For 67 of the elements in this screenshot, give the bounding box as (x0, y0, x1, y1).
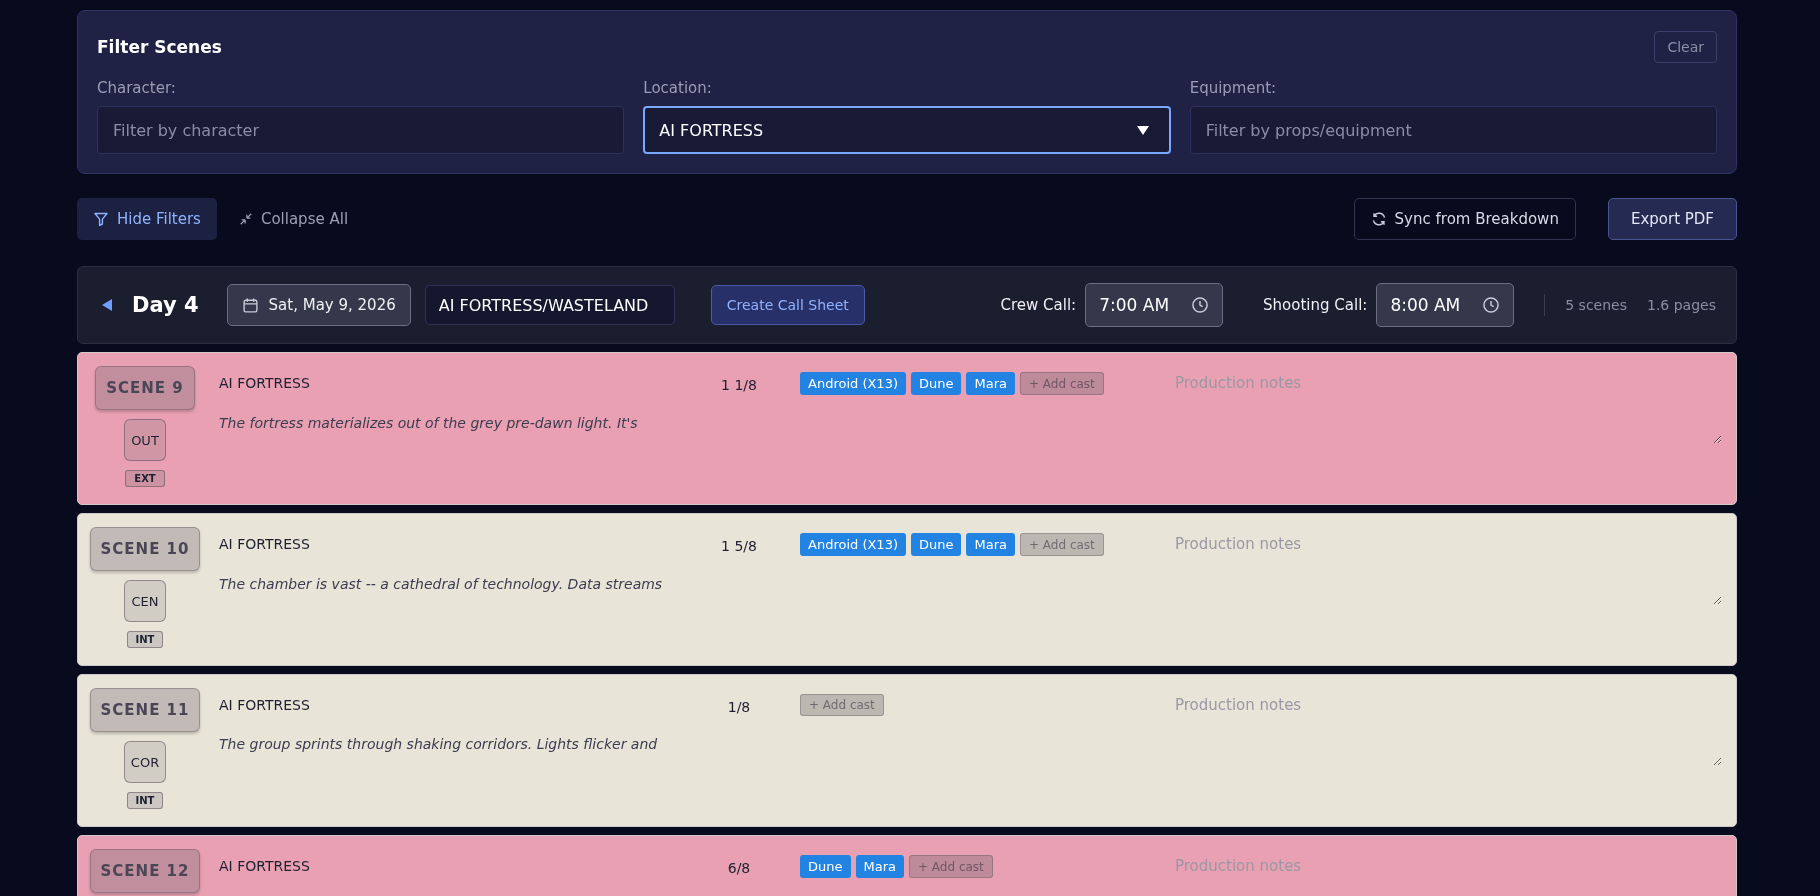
scene-description: The group sprints through shaking corridors. Lights flicker and (219, 736, 659, 752)
scene-number[interactable]: SCENE 12 (89, 849, 201, 893)
scene-location: AI FORTRESS (219, 858, 311, 874)
notes-field[interactable]: Production notes (1165, 366, 1722, 444)
page-length: 1 5/8 (720, 538, 758, 554)
time-of-day-tag: OUT (124, 419, 166, 461)
scene-count: 5 scenes (1565, 297, 1627, 313)
field-label: Character: (97, 79, 177, 97)
location-field[interactable]: AI FORTRESS/WASTELAND (424, 285, 675, 325)
clock-icon (1482, 296, 1501, 314)
cast-tag[interactable]: Dune (911, 533, 962, 556)
scene-description: The fortress materializes out of the grey pre-dawn light. It's (219, 415, 639, 431)
page-count: 1.6 pages (1647, 297, 1716, 313)
crew-call-label: Crew Call: (1000, 296, 1077, 314)
panel-title: Filter Scenes (97, 37, 222, 57)
scene-number[interactable]: SCENE 10 (89, 527, 201, 571)
notes-field[interactable]: Production notes (1165, 849, 1722, 896)
page-length: 1 1/8 (720, 377, 758, 393)
filter-field[interactable]: Filter by character (97, 106, 625, 154)
filter-icon (93, 211, 109, 227)
cast-tag[interactable]: Mara (855, 855, 904, 878)
int-ext-tag: EXT (125, 470, 165, 487)
add-cast-button[interactable]: + Add cast (1020, 372, 1104, 395)
hide-filters-button[interactable]: Hide Filters (77, 198, 217, 240)
notes-field[interactable]: Production notes (1165, 527, 1722, 605)
page-length: 1/8 (726, 699, 752, 715)
create-call-sheet-button[interactable]: Create Call Sheet (710, 285, 865, 325)
sync-button[interactable]: Sync from Breakdown (1353, 198, 1576, 240)
scene-number[interactable]: SCENE 11 (89, 688, 201, 732)
day-title: Day 4 (132, 293, 199, 317)
export-pdf-button[interactable]: Export PDF (1607, 198, 1737, 240)
add-cast-button[interactable]: + Add cast (909, 855, 993, 878)
scene-location: AI FORTRESS (219, 697, 311, 713)
date-picker[interactable]: Sat, May 9, 2026 (226, 284, 411, 326)
caret-icon (1136, 126, 1149, 135)
cast-tag[interactable]: Dune (911, 372, 962, 395)
cast-tag[interactable]: Mara (966, 372, 1015, 395)
calendar-icon (241, 296, 259, 314)
int-ext-tag: INT (126, 792, 164, 809)
cast-tag[interactable]: Mara (966, 533, 1015, 556)
add-cast-button[interactable]: + Add cast (1020, 533, 1104, 556)
cast-tag[interactable]: Dune (800, 855, 851, 878)
field-label: Equipment: (1189, 79, 1278, 97)
clear-button[interactable]: Clear (1654, 31, 1717, 63)
shooting-call-time-field[interactable]: 8:00 AM (1376, 283, 1515, 327)
crew-call-time-field[interactable]: 7:00 AM (1085, 283, 1224, 327)
notes-field[interactable]: Production notes (1165, 688, 1722, 766)
page-length: 6/8 (726, 860, 752, 876)
filter-field[interactable]: Filter by props/equipment (1189, 106, 1717, 154)
cast-tag[interactable]: Android (X13) (800, 372, 906, 395)
scene-location: AI FORTRESS (219, 536, 311, 552)
scene-location: AI FORTRESS (219, 375, 311, 391)
clock-icon (1191, 296, 1210, 314)
field-label: Location: (643, 79, 713, 97)
collapse-icon (238, 212, 253, 226)
refresh-icon (1370, 211, 1387, 227)
time-of-day-tag: CEN (124, 580, 166, 622)
shooting-call-label: Shooting Call: (1263, 296, 1368, 314)
scene-description: The chamber is vast -- a cathedral of technology. Data streams (219, 576, 664, 592)
collapse-toggle-icon[interactable] (102, 299, 112, 311)
collapse-all-button[interactable]: Collapse All (228, 198, 359, 240)
scene-number[interactable]: SCENE 9 (95, 366, 195, 410)
location-select[interactable]: AI FORTRESS (643, 106, 1171, 154)
time-of-day-tag: COR (124, 741, 166, 783)
add-cast-button[interactable]: + Add cast (800, 694, 884, 716)
cast-tag[interactable]: Android (X13) (800, 533, 906, 556)
int-ext-tag: INT (126, 631, 164, 648)
